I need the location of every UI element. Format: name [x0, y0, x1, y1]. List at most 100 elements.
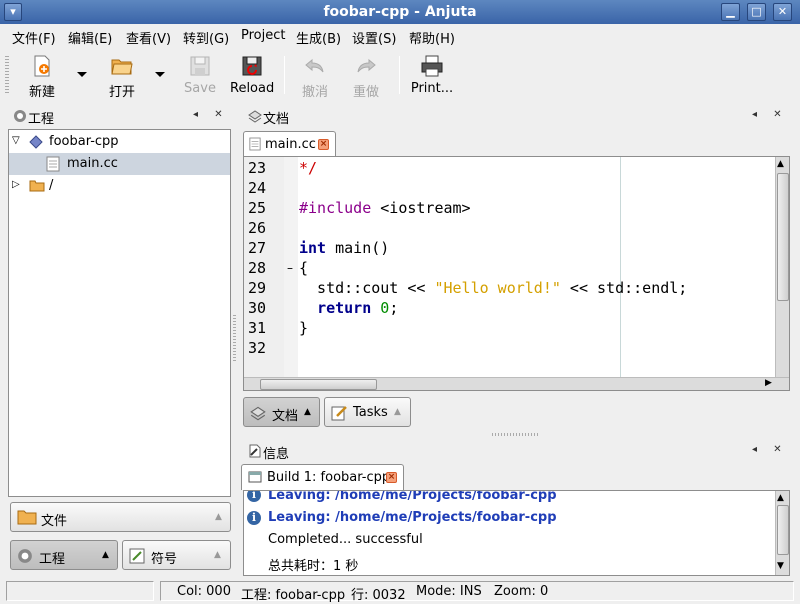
minimize-button[interactable]: ▁ — [721, 3, 740, 21]
tasks-switch-button[interactable]: Tasks ▲ — [324, 397, 411, 427]
pane-resize-handle[interactable] — [492, 433, 540, 436]
code-line: } — [299, 319, 309, 337]
new-dropdown-arrow[interactable] — [77, 72, 87, 77]
reload-button[interactable]: Reload — [230, 52, 274, 98]
anjuta-window: ▾ foobar-cpp - Anjuta ▁ □ ✕ 文件(F) 编辑(E) … — [0, 0, 800, 604]
panel-close-icon[interactable]: ✕ — [772, 445, 783, 456]
code-editor[interactable]: 23 */ 24 25 #include <iostream> 26 27 int main(… — [243, 156, 790, 391]
title-bar: ▾ foobar-cpp - Anjuta ▁ □ ✕ — [0, 0, 800, 24]
line-number: 25 — [248, 199, 267, 217]
tree-dir-label: / — [49, 178, 54, 193]
output-line: Completed... successful — [268, 532, 423, 547]
reload-label: Reload — [230, 81, 275, 96]
toolbar-grip[interactable] — [5, 56, 9, 94]
project-diamond-icon — [29, 135, 43, 149]
editor-horizontal-scrollbar[interactable]: ▶ — [244, 377, 789, 390]
menu-edit[interactable]: 编辑(E) — [68, 28, 112, 47]
tab-build-output[interactable]: Build 1: foobar-cpp × — [241, 464, 404, 490]
status-bar: Col: 000 工程: foobar-cpp 行: 0032 Mode: IN… — [0, 579, 800, 604]
horizontal-scroll-thumb[interactable] — [260, 379, 377, 390]
menu-file[interactable]: 文件(F) — [12, 28, 56, 47]
menu-build[interactable]: 生成(B) — [296, 28, 341, 47]
undo-arrow-icon — [305, 58, 324, 73]
editor-vertical-scrollbar[interactable]: ▲ — [775, 157, 789, 377]
printer-icon — [421, 55, 443, 77]
line-number: 24 — [248, 179, 267, 197]
open-dropdown-arrow[interactable] — [155, 72, 165, 77]
vertical-scroll-thumb[interactable] — [777, 173, 789, 301]
pane-resize-handle-vertical[interactable] — [233, 315, 236, 363]
code-line: */ — [299, 159, 318, 177]
redo-button[interactable]: 重做 — [350, 52, 382, 100]
symbol-browser-icon — [129, 548, 145, 564]
tree-row-file[interactable]: main.cc — [9, 153, 230, 175]
line-number: 29 — [248, 279, 267, 297]
new-button[interactable]: 新建 — [22, 52, 62, 100]
tab-close-icon[interactable]: × — [318, 139, 329, 150]
status-col: Col: 000 — [177, 584, 231, 599]
scroll-down-arrow-icon[interactable]: ▼ — [777, 561, 784, 571]
edge-column-marker — [620, 157, 621, 377]
menu-view[interactable]: 查看(V) — [126, 28, 171, 47]
up-arrow-icon: ▲ — [215, 512, 222, 522]
scroll-up-arrow-icon[interactable]: ▲ — [777, 493, 784, 503]
documents-icon — [250, 406, 266, 421]
toolbar-separator — [399, 56, 400, 94]
save-button[interactable]: Save — [181, 52, 219, 98]
up-arrow-icon: ▲ — [394, 407, 401, 417]
panel-close-icon[interactable]: ✕ — [772, 110, 783, 121]
status-row: 行: 0032 — [351, 588, 406, 603]
save-label: Save — [184, 81, 216, 96]
build-output-view[interactable]: i Leaving: /home/me/Projects/foobar-cpp … — [243, 490, 790, 576]
line-number: 30 — [248, 299, 267, 317]
menu-goto[interactable]: 转到(G) — [183, 28, 229, 47]
files-switch-button[interactable]: 文件 ▲ — [10, 502, 231, 532]
tasks-notepad-icon — [331, 406, 347, 421]
status-zoom: Zoom: 0 — [494, 584, 549, 599]
close-window-button[interactable]: ✕ — [773, 3, 792, 21]
tree-row-root[interactable]: ▽ foobar-cpp — [9, 131, 230, 153]
code-line: int main() — [299, 239, 390, 257]
symbols-switch-button[interactable]: 符号 ▲ — [122, 540, 231, 570]
tree-row-dir[interactable]: ▷ / — [9, 175, 230, 197]
expand-arrow-icon[interactable]: ▽ — [12, 135, 20, 146]
scroll-up-arrow-icon[interactable]: ▲ — [777, 159, 784, 169]
collapse-arrow-icon[interactable]: ▷ — [12, 179, 20, 190]
panel-detach-icon[interactable]: ◂ — [749, 445, 760, 456]
project-switch-label: 工程 — [39, 552, 66, 567]
panel-detach-icon[interactable]: ◂ — [749, 110, 760, 121]
scroll-right-arrow-icon[interactable]: ▶ — [765, 378, 772, 388]
panel-detach-icon[interactable]: ◂ — [190, 110, 201, 121]
up-arrow-icon: ▲ — [102, 550, 109, 560]
code-line: #include <iostream> — [299, 199, 471, 217]
vertical-scroll-thumb[interactable] — [777, 505, 789, 555]
menu-settings[interactable]: 设置(S) — [352, 28, 396, 47]
messages-icon — [249, 444, 261, 458]
status-project: 工程: foobar-cpp — [241, 588, 346, 603]
documents-icon — [248, 110, 262, 123]
line-number: 26 — [248, 219, 267, 237]
tab-main-cc[interactable]: main.cc × — [243, 131, 336, 157]
menu-project[interactable]: Project — [241, 28, 285, 43]
open-label: 打开 — [108, 85, 135, 100]
tasks-switch-label: Tasks — [353, 405, 388, 420]
documents-switch-button[interactable]: 文档 ▲ — [243, 397, 320, 427]
panel-close-icon[interactable]: ✕ — [213, 110, 224, 121]
output-vertical-scrollbar[interactable]: ▲ ▼ — [775, 491, 789, 575]
line-number: 27 — [248, 239, 267, 257]
print-button[interactable]: Print... — [410, 52, 454, 98]
redo-arrow-icon — [357, 58, 376, 73]
build-window-icon — [248, 471, 262, 483]
undo-button[interactable]: 撤消 — [299, 52, 331, 100]
open-button[interactable]: 打开 — [102, 52, 142, 100]
tab-close-icon[interactable]: × — [386, 472, 397, 483]
project-icon — [14, 110, 26, 122]
maximize-button[interactable]: □ — [747, 3, 766, 21]
folder-icon — [17, 510, 37, 525]
menu-help[interactable]: 帮助(H) — [409, 28, 455, 47]
project-panel-title: 工程 — [28, 112, 55, 127]
fold-marker-icon[interactable]: – — [287, 261, 293, 275]
menu-bar: 文件(F) 编辑(E) 查看(V) 转到(G) Project 生成(B) 设置… — [0, 24, 800, 48]
project-switch-button[interactable]: 工程 ▲ — [10, 540, 118, 570]
new-file-icon — [34, 55, 50, 77]
